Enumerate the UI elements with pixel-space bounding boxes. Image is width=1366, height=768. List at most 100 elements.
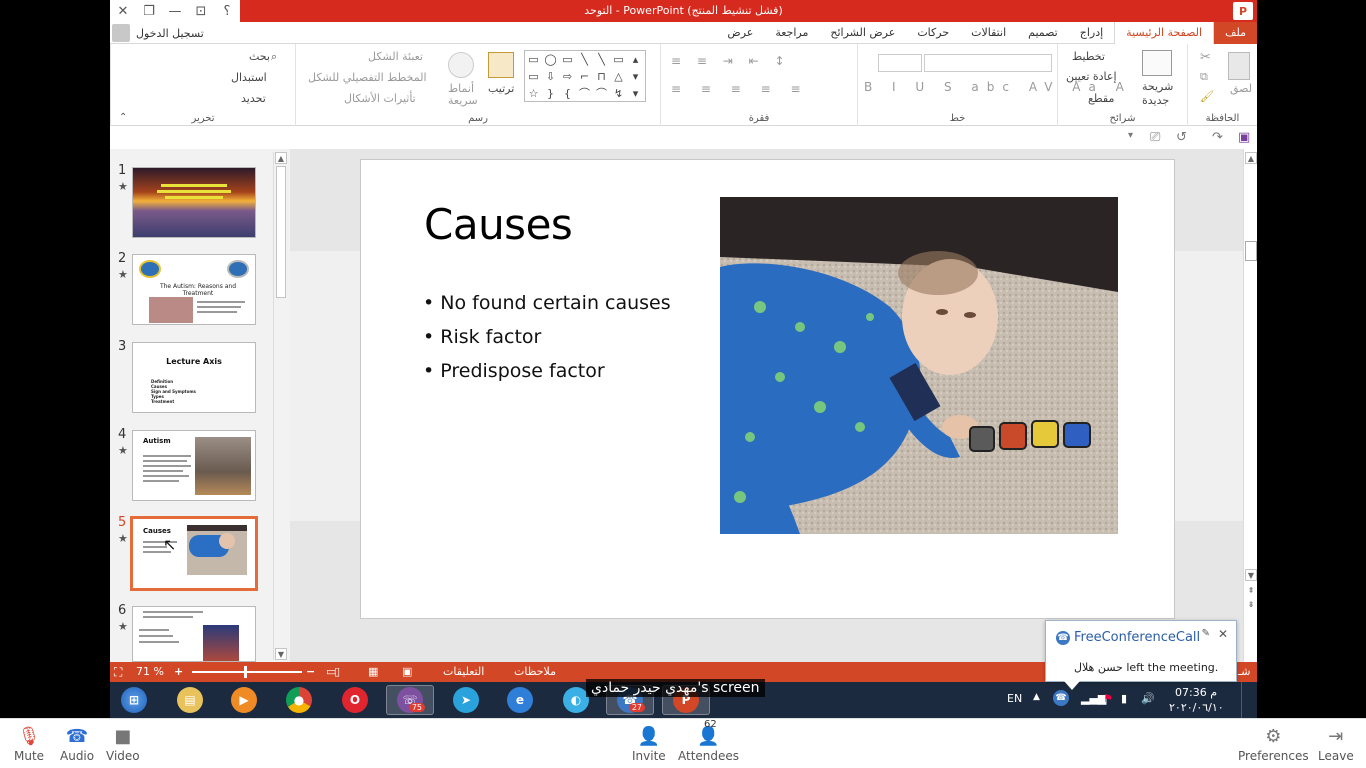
taskbar-chrome[interactable]: ●: [275, 685, 323, 715]
pin-icon[interactable]: ✎: [1202, 628, 1210, 639]
taskbar-explorer[interactable]: ▤: [166, 685, 214, 715]
flag-icon[interactable]: ⚑: [1103, 692, 1113, 705]
tab-6[interactable]: عرض الشرائح: [819, 22, 906, 44]
taskbar-internet-explorer[interactable]: e: [496, 685, 544, 715]
find-button[interactable]: بحث: [249, 50, 270, 63]
slide-scrollbar[interactable]: ▲ ▼ ⇞ ⇟: [1243, 149, 1257, 662]
customize-qat-icon[interactable]: ▾: [1128, 130, 1133, 141]
tab-8[interactable]: عرض: [716, 22, 764, 44]
sign-in[interactable]: تسجيل الدخول: [112, 24, 204, 42]
tray-expand-icon[interactable]: ▲: [1033, 692, 1040, 702]
font-name-box[interactable]: [924, 54, 1052, 72]
arrange-icon[interactable]: [488, 52, 514, 78]
video-button[interactable]: ■ Video: [106, 725, 140, 763]
new-slide-label[interactable]: شريحة: [1142, 80, 1173, 93]
current-slide[interactable]: Causes No found certain causesRisk facto…: [360, 159, 1175, 619]
arrange-button[interactable]: ترتيب: [488, 82, 514, 95]
thumbnails-scrollbar[interactable]: ▲ ▼: [273, 152, 287, 660]
taskbar-telegram[interactable]: ➤: [442, 685, 490, 715]
slide-title[interactable]: Causes: [424, 200, 573, 249]
quick-styles-label-2[interactable]: سريعة: [448, 94, 478, 107]
scroll-up-icon[interactable]: ▲: [275, 152, 287, 164]
new-slide-label-2[interactable]: جديدة: [1142, 94, 1169, 107]
previous-slide-icon[interactable]: ⇞: [1245, 585, 1257, 597]
scroll-thumb[interactable]: [276, 166, 286, 298]
paste-icon[interactable]: [1228, 52, 1250, 80]
mute-button[interactable]: 🎙 Mute: [14, 725, 44, 763]
taskbar-opera[interactable]: O: [331, 685, 379, 715]
select-button[interactable]: تحديد: [241, 92, 266, 105]
alignment-icons[interactable]: ≡ ≡ ≡ ≡ ≡: [671, 82, 809, 96]
slide-thumbnail-4[interactable]: Autism: [132, 430, 256, 501]
replace-button[interactable]: استبدال: [231, 71, 267, 84]
fit-slide-icon[interactable]: ⛶: [114, 665, 122, 680]
slide-bullet[interactable]: No found certain causes: [423, 286, 670, 320]
paste-label[interactable]: لصق: [1230, 82, 1252, 95]
scroll-up-icon[interactable]: ▲: [1245, 152, 1257, 164]
start-from-beginning-icon[interactable]: ⎚: [1150, 130, 1160, 145]
cut-icon[interactable]: ✂: [1200, 50, 1211, 65]
comments-button[interactable]: التعليقات: [443, 665, 484, 678]
slide-thumbnail-2[interactable]: The Autism: Reasons and Treatment: [132, 254, 256, 325]
tab-2[interactable]: إدراج: [1069, 22, 1114, 44]
slide-thumbnail-3[interactable]: Lecture Axis Definition Causes Sign and Sy…: [132, 342, 256, 413]
attendees-button[interactable]: 62 👤 Attendees: [678, 719, 739, 763]
shape-effects-button[interactable]: تأثيرات الأشكال: [344, 92, 416, 105]
invite-button[interactable]: 👤 Invite: [632, 725, 666, 763]
tab-7[interactable]: مراجعة: [764, 22, 819, 44]
taskbar-media-player[interactable]: ▶: [220, 685, 268, 715]
quick-styles-icon[interactable]: [448, 52, 474, 78]
reading-view-icon[interactable]: ▯: [334, 665, 340, 678]
volume-icon[interactable]: 🔊: [1141, 692, 1155, 705]
slide-thumbnail-5[interactable]: Causes ↖: [130, 516, 258, 591]
format-painter-icon[interactable]: 🖌: [1200, 90, 1214, 103]
tab-0[interactable]: ملف: [1214, 22, 1257, 44]
show-desktop-button[interactable]: [1241, 682, 1257, 718]
close-icon[interactable]: ✕: [1218, 627, 1228, 641]
save-icon[interactable]: ▣: [1238, 130, 1250, 145]
notes-button[interactable]: ملاحظات: [514, 665, 556, 678]
tab-3[interactable]: تصميم: [1017, 22, 1069, 44]
undo-icon[interactable]: ↺: [1176, 130, 1187, 145]
slide-sorter-view-icon[interactable]: ▦: [368, 665, 378, 678]
meeting-notification[interactable]: ☎ FreeConferenceCall ✎ ✕ حسن هلال left t…: [1045, 620, 1237, 690]
slide-thumbnail-6[interactable]: [132, 606, 256, 662]
tab-1[interactable]: الصفحة الرئيسية: [1114, 22, 1215, 45]
freeconferencecall-tray-icon[interactable]: ☎: [1053, 690, 1069, 706]
taskbar-viber[interactable]: ☏ 75: [386, 685, 434, 715]
slide-bullet-list[interactable]: No found certain causesRisk factorPredis…: [423, 286, 671, 388]
layout-button[interactable]: تخطيط: [1072, 50, 1105, 63]
language-indicator[interactable]: EN: [1007, 692, 1022, 705]
scroll-down-icon[interactable]: ▼: [275, 648, 287, 660]
tab-4[interactable]: انتقالات: [960, 22, 1017, 44]
zoom-out-icon[interactable]: −: [306, 665, 315, 678]
zoom-in-icon[interactable]: +: [174, 665, 183, 678]
zoom-slider[interactable]: [192, 666, 302, 678]
audio-button[interactable]: ☎ Audio: [60, 725, 94, 763]
battery-icon[interactable]: ▮: [1121, 692, 1127, 705]
redo-icon[interactable]: ↷: [1212, 130, 1223, 145]
normal-view-icon[interactable]: ▣: [402, 665, 412, 678]
list-icons[interactable]: ≡ ≡ ⇥ ⇤ ↕: [671, 54, 791, 68]
shape-outline-button[interactable]: المخطط التفصيلي للشكل: [308, 71, 427, 84]
font-size-box[interactable]: [878, 54, 922, 72]
slide-thumbnail-1[interactable]: [132, 167, 256, 238]
clock-date[interactable]: ٢٠٢٠/٠٦/١٠: [1169, 701, 1224, 714]
shape-fill-button[interactable]: تعبئة الشكل: [368, 50, 423, 63]
slide-bullet[interactable]: Predispose factor: [423, 354, 671, 388]
zoom-slider-knob[interactable]: [244, 666, 247, 678]
slide-bullet[interactable]: Risk factor: [423, 320, 671, 354]
taskbar-start[interactable]: ⊞: [110, 685, 158, 715]
zoom-level[interactable]: 71 %: [136, 665, 164, 678]
leave-button[interactable]: ⇥ Leave: [1318, 725, 1354, 763]
baby-lying-on-carpet-image[interactable]: [720, 197, 1118, 534]
scroll-thumb[interactable]: [1245, 241, 1257, 261]
copy-icon[interactable]: ⧉: [1200, 70, 1208, 84]
scroll-down-icon[interactable]: ▼: [1245, 569, 1257, 581]
tab-5[interactable]: حركات: [906, 22, 960, 44]
shapes-gallery[interactable]: ▭ ◯ ▭ ╲ ╲ ▭ ▴ ▭ ⇩ ⇨ ⌐ ⊓ △ ▾ ☆}{⌒ ⌒ ↯ ▾: [524, 50, 646, 102]
clock-time[interactable]: 07:36 م: [1175, 686, 1217, 699]
font-format-icons[interactable]: B I U S abc AV Aa A: [864, 80, 1132, 94]
new-slide-icon[interactable]: [1142, 50, 1172, 76]
preferences-button[interactable]: ⚙ Preferences: [1238, 725, 1309, 763]
